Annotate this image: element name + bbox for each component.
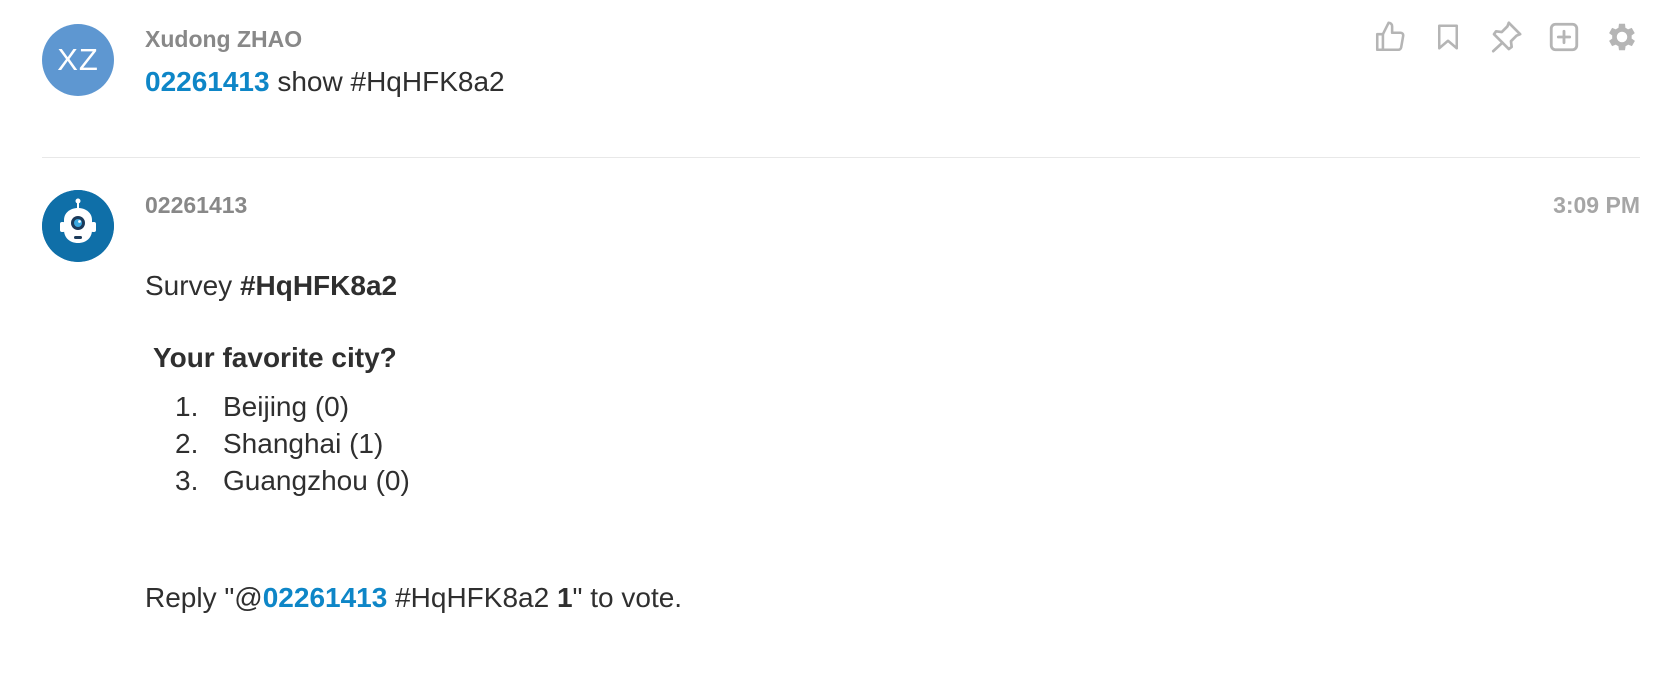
message-toolbar <box>1372 19 1640 55</box>
settings-button[interactable] <box>1604 19 1640 55</box>
option-number: 2. <box>175 428 199 459</box>
survey-id: #HqHFK8a2 <box>239 270 398 301</box>
survey-question: Your favorite city? <box>153 342 397 373</box>
gear-icon <box>1609 23 1635 51</box>
pin-button[interactable] <box>1488 19 1524 55</box>
message-divider <box>42 157 1640 158</box>
message-user: XZ Xudong ZHAO 02261413 show #HqHFK8a2 <box>42 21 1640 134</box>
avatar-initials: XZ <box>57 42 99 77</box>
list-item: 3. Guangzhou (0) <box>145 462 410 499</box>
bot-mention-link[interactable]: 02261413 <box>145 66 270 97</box>
list-item: 2. Shanghai (1) <box>145 425 410 462</box>
option-number: 1. <box>175 391 199 422</box>
survey-prefix: Survey <box>145 270 240 301</box>
list-item: 1. Beijing (0) <box>145 388 410 425</box>
option-label: Beijing (0) <box>223 391 350 422</box>
message-author[interactable]: 02261413 <box>145 192 247 219</box>
add-box-icon <box>1549 22 1579 52</box>
vote-instructions: Reply "@02261413 #HqHFK8a2 1" to vote. <box>145 582 682 614</box>
reply-prefix: Reply "@ <box>145 582 263 613</box>
message-timestamp[interactable]: 3:09 PM <box>1553 192 1640 219</box>
thumbs-up-icon <box>1375 21 1405 52</box>
message-text: 02261413 show #HqHFK8a2 <box>145 66 505 98</box>
option-number: 3. <box>175 465 199 496</box>
bot-mention-link[interactable]: 02261413 <box>263 582 388 613</box>
command-text: show #HqHFK8a2 <box>269 66 505 97</box>
option-label: Guangzhou (0) <box>223 465 410 496</box>
message-author[interactable]: Xudong ZHAO <box>145 26 302 53</box>
message-bot: 02261413 3:09 PM Survey #HqHFK8a2 Your f… <box>42 190 1640 660</box>
reply-suffix: " to vote. <box>572 582 683 613</box>
add-button[interactable] <box>1546 19 1582 55</box>
bookmark-icon <box>1438 24 1458 50</box>
robot-icon <box>42 190 114 262</box>
like-button[interactable] <box>1372 19 1408 55</box>
vote-number: 1 <box>556 582 573 613</box>
bot-avatar[interactable] <box>42 190 114 262</box>
survey-options: 1. Beijing (0) 2. Shanghai (1) 3. Guangz… <box>145 388 410 499</box>
survey-title: Survey #HqHFK8a2 <box>145 270 397 302</box>
reply-middle: #HqHFK8a2 <box>387 582 557 613</box>
pin-icon <box>1491 21 1522 53</box>
option-label: Shanghai (1) <box>223 428 384 459</box>
bookmark-button[interactable] <box>1430 19 1466 55</box>
user-avatar[interactable]: XZ <box>42 24 114 96</box>
